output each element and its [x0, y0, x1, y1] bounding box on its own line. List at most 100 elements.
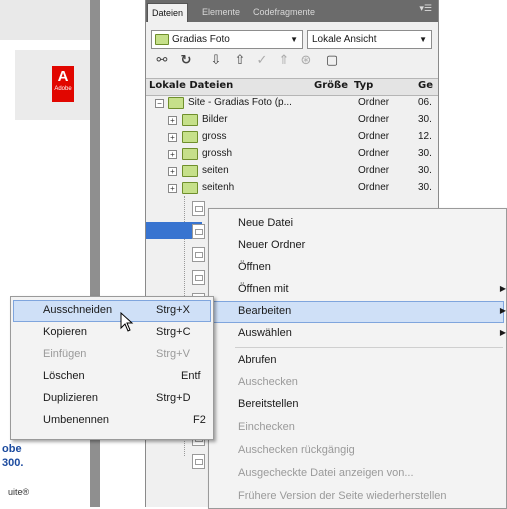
file-type: Ordner [358, 97, 390, 108]
menu-item-edit[interactable]: Bearbeiten ▶ [209, 300, 506, 322]
folder-icon [182, 114, 198, 126]
chevron-down-icon: ▼ [419, 35, 427, 44]
expand-icon[interactable]: + [168, 167, 177, 176]
menu-item-label: Öffnen [238, 261, 271, 273]
chevron-right-icon: ▶ [499, 284, 506, 293]
file-row[interactable]: + gross Ordner 12. [146, 128, 438, 145]
file-date: 30. [418, 114, 432, 125]
panel-menu-icon[interactable]: ▾☰ [419, 4, 432, 14]
expand-icon[interactable]: + [168, 116, 177, 125]
file-name: gross [202, 131, 227, 142]
file-icon [192, 201, 205, 216]
file-row[interactable]: + Bilder Ordner 30. [146, 111, 438, 128]
put-files-icon[interactable]: ⇧ [232, 53, 248, 69]
file-type: Ordner [358, 165, 390, 176]
file-icon [192, 270, 205, 285]
folder-icon [168, 97, 184, 109]
menu-item-shortcut: Strg+C [156, 326, 191, 338]
chevron-down-icon: ▼ [290, 35, 298, 44]
view-select[interactable]: Lokale Ansicht ▼ [307, 30, 432, 49]
menu-item-new-folder[interactable]: Neuer Ordner [209, 234, 506, 256]
sync-icon[interactable]: ⊛ [298, 53, 314, 69]
menu-item-shortcut: Strg+V [156, 348, 190, 360]
column-header-name[interactable]: Lokale Dateien [149, 80, 233, 91]
expand-icon[interactable]: + [168, 184, 177, 193]
file-type: Ordner [358, 148, 390, 159]
file-row[interactable]: + grossh Ordner 30. [146, 145, 438, 162]
column-header-modified[interactable]: Ge [418, 80, 433, 91]
menu-item-label: Öffnen mit [238, 283, 289, 295]
file-type: Ordner [358, 114, 390, 125]
file-row[interactable]: + seiten Ordner 30. [146, 162, 438, 179]
menu-item-label: Auschecken rückgängig [238, 444, 355, 456]
menu-item-checkin[interactable]: Einchecken [209, 416, 506, 438]
column-header-type[interactable]: Typ [354, 80, 373, 91]
menu-item-paste[interactable]: Einfügen Strg+V [11, 343, 213, 365]
edit-submenu: Ausschneiden Strg+X Kopieren Strg+C Einf… [10, 296, 214, 440]
background-page-header [0, 0, 90, 40]
folder-icon [182, 165, 198, 177]
menu-item-label: Bereitstellen [238, 398, 299, 410]
menu-item-select[interactable]: Auswählen ▶ [209, 322, 506, 344]
file-date: 30. [418, 182, 432, 193]
menu-item-open-with[interactable]: Öffnen mit ▶ [209, 278, 506, 300]
background-suite-text: uite® [8, 487, 30, 497]
chevron-right-icon: ▶ [499, 328, 506, 337]
get-files-icon[interactable]: ⇩ [208, 53, 224, 69]
collapse-icon[interactable]: − [155, 99, 164, 108]
checkout-icon[interactable]: ✓ [254, 53, 270, 69]
menu-item-label: Löschen [43, 370, 85, 382]
menu-separator [235, 347, 503, 348]
menu-item-label: Einfügen [43, 348, 87, 360]
menu-item-cut[interactable]: Ausschneiden Strg+X [11, 299, 213, 321]
menu-item-open[interactable]: Öffnen [209, 256, 506, 278]
refresh-icon[interactable]: ↻ [178, 53, 194, 69]
file-name: Site - Gradias Foto (p... [188, 97, 292, 108]
expand-icon[interactable]: ▢ [324, 53, 340, 69]
menu-item-label: Umbenennen [43, 414, 110, 426]
file-row[interactable]: + seitenh Ordner 30. [146, 179, 438, 196]
file-icon [192, 224, 205, 239]
menu-item-new-file[interactable]: Neue Datei [209, 212, 506, 234]
menu-item-label: Auschecken [238, 376, 298, 388]
expand-icon[interactable]: + [168, 150, 177, 159]
file-row[interactable]: − Site - Gradias Foto (p... Ordner 06. [146, 94, 438, 111]
menu-item-label: Einchecken [238, 421, 295, 433]
view-select-value: Lokale Ansicht [312, 34, 377, 45]
connect-icon[interactable]: ⚯ [154, 53, 170, 69]
menu-item-duplicate[interactable]: Duplizieren Strg+D [11, 387, 213, 409]
site-select-value: Gradias Foto [172, 34, 230, 45]
folder-icon [182, 131, 198, 143]
context-menu: Neue Datei Neuer Ordner Öffnen Öffnen mi… [208, 208, 507, 509]
tab-elemente[interactable]: Elemente [198, 3, 244, 21]
menu-item-rename[interactable]: Umbenennen F2 [11, 409, 213, 431]
menu-item-label: Ausgecheckte Datei anzeigen von... [238, 467, 414, 479]
background-link-text: 300. [2, 457, 24, 469]
menu-item-delete[interactable]: Löschen Entf [11, 365, 213, 387]
folder-icon [155, 34, 169, 45]
menu-item-checkout[interactable]: Auschecken [209, 371, 506, 393]
menu-item-show-checked-out[interactable]: Ausgecheckte Datei anzeigen von... [209, 462, 506, 484]
file-name: Bilder [202, 114, 228, 125]
menu-item-restore-version[interactable]: Frühere Version der Seite wiederherstell… [209, 485, 506, 507]
menu-item-undo-checkout[interactable]: Auschecken rückgängig [209, 439, 506, 461]
menu-item-shortcut: Entf [181, 370, 201, 382]
file-date: 30. [418, 165, 432, 176]
folder-icon [182, 182, 198, 194]
menu-item-label: Neuer Ordner [238, 239, 306, 251]
mouse-cursor-icon [120, 312, 134, 332]
tab-codefragmente[interactable]: Codefragmente [249, 3, 319, 21]
menu-item-label: Auswählen [238, 327, 292, 339]
column-header-size[interactable]: Größe [314, 80, 348, 91]
file-name: grossh [202, 148, 233, 159]
menu-item-copy[interactable]: Kopieren Strg+C [11, 321, 213, 343]
tab-dateien[interactable]: Dateien [147, 3, 189, 22]
file-icon [192, 454, 205, 469]
menu-item-put[interactable]: Bereitstellen [209, 393, 506, 415]
site-select[interactable]: Gradias Foto ▼ [151, 30, 303, 49]
menu-item-shortcut: F2 [193, 414, 206, 426]
menu-item-get[interactable]: Abrufen [209, 349, 506, 371]
expand-icon[interactable]: + [168, 133, 177, 142]
background-link-text: obe [2, 443, 22, 455]
checkin-icon[interactable]: ⇑ [276, 53, 292, 69]
